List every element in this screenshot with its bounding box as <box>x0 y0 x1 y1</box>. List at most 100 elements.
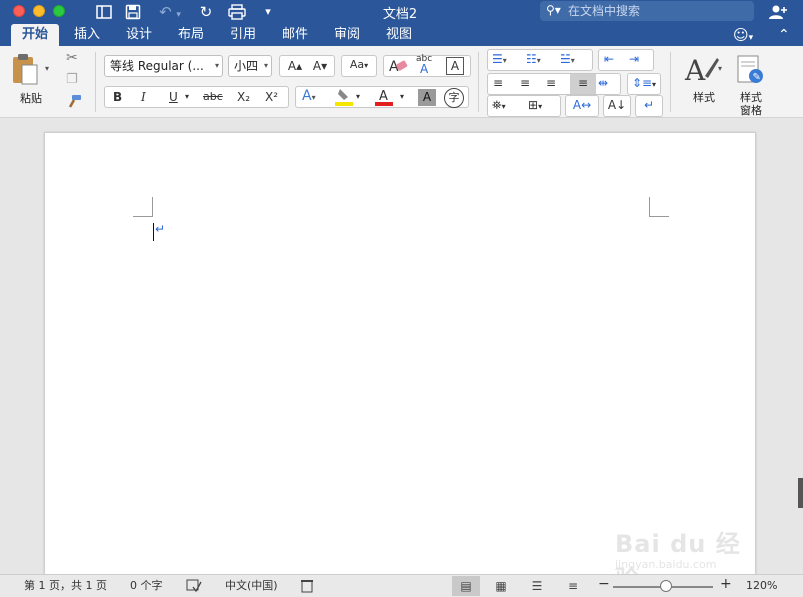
print-icon[interactable] <box>226 2 248 22</box>
list-buttons: ☰▾ ☷▾ ☱▾ <box>487 49 593 71</box>
minimize-window-button[interactable] <box>33 5 45 17</box>
copy-icon[interactable]: ❐ <box>66 72 82 88</box>
baidu-watermark: Bai du 经验 jingyan.baidu.com <box>615 510 765 593</box>
tab-references[interactable]: 引用 <box>222 24 264 46</box>
asian-layout-icon: A↔ <box>572 98 592 112</box>
font-style-group: B I U ▾ abc X₂ X² <box>104 86 289 108</box>
web-layout-view-icon[interactable]: ▦ <box>487 576 515 596</box>
align-right-icon[interactable]: ≡ <box>546 74 556 92</box>
zoom-slider-thumb[interactable] <box>660 580 672 592</box>
svg-text:A: A <box>684 54 706 86</box>
line-spacing-button[interactable]: ⇕≡▾ <box>627 73 661 95</box>
tab-view[interactable]: 视图 <box>378 24 420 46</box>
increase-indent-icon[interactable]: ⇥ <box>629 50 639 68</box>
zoom-out-button[interactable]: − <box>598 577 610 591</box>
paste-dropdown-icon[interactable]: ▾ <box>45 64 49 73</box>
group-separator <box>670 52 671 112</box>
font-color-icon[interactable]: A <box>374 87 396 112</box>
bullets-icon[interactable]: ☰▾ <box>492 50 507 70</box>
tab-design[interactable]: 设计 <box>118 24 160 46</box>
font-size-buttons: A▴ A▾ <box>279 55 335 77</box>
outline-view-icon[interactable]: ☰ <box>523 576 551 596</box>
styles-label: 样式 <box>693 91 715 104</box>
tab-home[interactable]: 开始 <box>11 24 59 46</box>
shading-icon[interactable]: ⛯▾ <box>492 96 506 116</box>
word-count[interactable]: 0 个字 <box>130 579 163 593</box>
collapse-ribbon-icon[interactable]: ⌃ <box>778 25 796 45</box>
cut-icon[interactable]: ✂ <box>66 50 82 66</box>
share-icon[interactable] <box>767 2 789 22</box>
tab-insert[interactable]: 插入 <box>66 24 108 46</box>
maximize-window-button[interactable] <box>53 5 65 17</box>
borders-icon[interactable]: ⊞▾ <box>528 96 542 116</box>
underline-dropdown-icon[interactable]: ▾ <box>185 88 189 106</box>
sidebar-icon[interactable] <box>94 2 114 22</box>
undo-icon[interactable]: ↶ ▾ <box>153 2 187 22</box>
font-color-dropdown-icon[interactable]: ▾ <box>400 88 404 106</box>
distributed-icon[interactable]: ⇹ <box>598 74 608 92</box>
ribbon-tab-bar: 开始 插入 设计 布局 引用 邮件 审阅 视图 ☺▾ ⌃ <box>0 24 803 46</box>
redo-icon[interactable]: ↻ <box>196 2 216 22</box>
decrease-indent-icon[interactable]: ⇤ <box>604 50 614 68</box>
multilevel-list-icon[interactable]: ☱▾ <box>560 50 575 70</box>
justify-icon[interactable]: ≡ <box>570 74 596 94</box>
customize-icon[interactable]: ▾ <box>260 2 276 22</box>
document-canvas[interactable]: ↵ <box>0 118 803 592</box>
language[interactable]: 中文(中国) <box>225 579 278 593</box>
strikethrough-button[interactable]: abc <box>203 88 223 106</box>
paste-button[interactable] <box>10 52 46 88</box>
superscript-button[interactable]: X² <box>265 88 278 106</box>
highlight-icon[interactable] <box>334 87 356 112</box>
change-case-button[interactable]: Aa▾ <box>341 55 377 77</box>
bold-button[interactable]: B <box>113 88 122 106</box>
zoom-in-button[interactable]: + <box>720 577 732 591</box>
alignment-buttons: ≡ ≡ ≡ ≡ ⇹ <box>487 73 621 95</box>
proofing-icon[interactable] <box>186 579 202 597</box>
subscript-button[interactable]: X₂ <box>237 88 250 106</box>
enclose-character-icon[interactable]: 字 <box>444 88 464 108</box>
grow-font-button[interactable]: A▴ <box>283 57 307 75</box>
search-input[interactable]: 在文档中搜索 <box>540 1 754 21</box>
tab-mailings[interactable]: 邮件 <box>274 24 316 46</box>
styles-pane-button[interactable]: ✎ <box>736 54 766 86</box>
watermark-url: jingyan.baidu.com <box>615 558 717 571</box>
paste-label: 粘贴 <box>20 92 42 105</box>
italic-button[interactable]: I <box>141 88 146 106</box>
change-case-label: Aa <box>349 58 365 71</box>
track-changes-icon[interactable] <box>300 579 314 597</box>
styles-dropdown-icon[interactable]: ▾ <box>718 64 722 73</box>
font-name-select[interactable]: 等线 Regular (... ▾ <box>104 55 223 77</box>
search-icon: ⚲▾ <box>546 3 561 17</box>
shading-border-buttons: ⛯▾ ⊞▾ <box>487 95 561 117</box>
chevron-down-icon: ▾ <box>263 61 268 70</box>
sort-button[interactable]: A↓ <box>603 95 631 117</box>
character-shading-icon[interactable]: A <box>418 89 436 106</box>
show-marks-button[interactable]: ↵ <box>635 95 663 117</box>
clear-formatting-icon[interactable]: A <box>388 56 410 81</box>
shrink-font-button[interactable]: A▾ <box>308 57 332 75</box>
font-size-select[interactable]: 小四 ▾ <box>228 55 272 77</box>
draft-view-icon[interactable]: ≡ <box>559 576 587 596</box>
text-cursor <box>153 223 154 241</box>
format-painter-icon[interactable] <box>66 94 82 110</box>
numbering-icon[interactable]: ☷▾ <box>526 50 541 70</box>
text-effects-icon[interactable]: A▾ <box>302 87 316 107</box>
close-window-button[interactable] <box>13 5 25 17</box>
tab-review[interactable]: 审阅 <box>326 24 368 46</box>
svg-text:A: A <box>379 89 388 104</box>
zoom-level[interactable]: 120% <box>746 579 777 593</box>
asian-layout-button[interactable]: A↔ <box>565 95 599 117</box>
phonetic-guide-icon[interactable]: abc A <box>416 54 432 76</box>
tab-layout[interactable]: 布局 <box>170 24 212 46</box>
status-bar: 第 1 页，共 1 页 0 个字 中文(中国) ▤ ▦ ☰ ≡ − + 120% <box>0 574 803 597</box>
page-count[interactable]: 第 1 页，共 1 页 <box>24 579 107 593</box>
print-layout-view-icon[interactable]: ▤ <box>452 576 480 596</box>
align-left-icon[interactable]: ≡ <box>493 74 503 92</box>
align-center-icon[interactable]: ≡ <box>520 74 530 92</box>
feedback-smiley-icon[interactable]: ☺▾ <box>733 26 769 47</box>
underline-button[interactable]: U <box>169 88 178 106</box>
character-border-icon[interactable]: A <box>446 57 464 75</box>
save-icon[interactable] <box>123 2 143 22</box>
highlight-dropdown-icon[interactable]: ▾ <box>356 88 360 106</box>
paragraph-mark-icon: ↵ <box>643 98 655 112</box>
